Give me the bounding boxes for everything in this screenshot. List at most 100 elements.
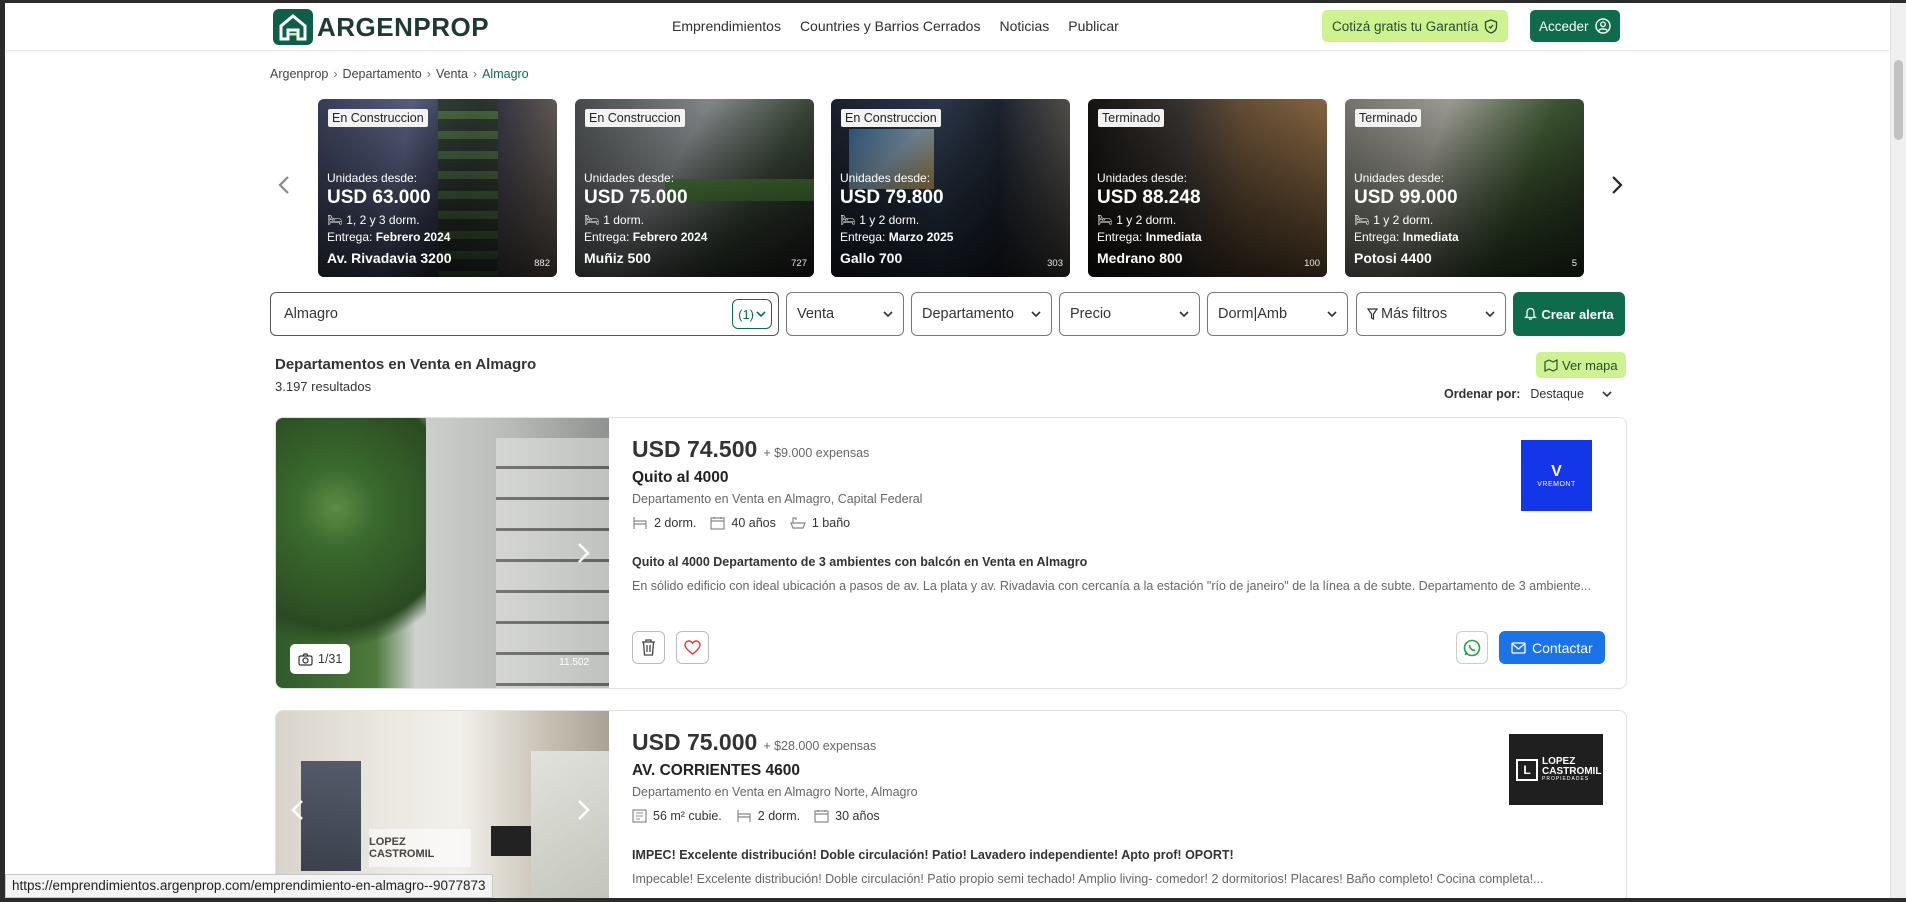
top-header: ARGENPROP Emprendimientos Countries y Ba… xyxy=(5,3,1890,51)
rooms-value: Dorm|Amb xyxy=(1218,306,1288,322)
carousel-card-4[interactable]: Terminado Unidades desde: USD 88.248 🛏 1 … xyxy=(1088,99,1327,277)
units-from-label: Unidades desde: xyxy=(584,171,675,185)
photo-next-icon[interactable] xyxy=(569,796,597,824)
listing-card[interactable]: 1/31 11.502 USD 74.500 + $9.000 expensas… xyxy=(275,417,1627,689)
nav-publicar[interactable]: Publicar xyxy=(1068,18,1119,34)
listing-price: USD 75.000 xyxy=(632,729,758,755)
scrollbar-thumb[interactable] xyxy=(1894,60,1903,140)
bathtub-icon xyxy=(789,517,806,529)
price-line: USD 75.000 + $28.000 expensas xyxy=(632,729,1606,756)
page-scrollbar[interactable] xyxy=(1890,0,1906,902)
discard-button[interactable] xyxy=(632,631,665,664)
nav-noticias[interactable]: Noticias xyxy=(999,18,1049,34)
property-type-select[interactable]: Departamento xyxy=(911,292,1052,336)
promo-dorms: 🛏 1 y 2 dorm. xyxy=(1354,213,1433,227)
chevron-down-icon xyxy=(1031,310,1041,317)
whatsapp-button[interactable] xyxy=(1456,631,1488,664)
bell-icon xyxy=(1524,307,1538,320)
status-bar-url: https://emprendimientos.argenprop.com/em… xyxy=(5,874,493,898)
promo-delivery: Entrega: Inmediata xyxy=(1097,230,1202,244)
chevron-right-icon xyxy=(1612,176,1623,194)
feature-area: 56 m² cubie. xyxy=(632,809,722,823)
favorite-button[interactable] xyxy=(676,631,709,664)
carousel-card-1[interactable]: En Construccion Unidades desde: USD 63.0… xyxy=(318,99,557,277)
bed-icon: 🛏 xyxy=(584,213,600,227)
photo-prev-icon[interactable] xyxy=(284,796,312,824)
contact-label: Contactar xyxy=(1532,639,1593,656)
mail-icon xyxy=(1511,641,1526,654)
user-icon xyxy=(1594,18,1611,34)
listing-type: Departamento en Venta en Almagro Norte, … xyxy=(632,785,918,799)
results-title: Departamentos en Venta en Almagro xyxy=(275,356,537,373)
view-map-label: Ver mapa xyxy=(1562,357,1618,373)
promo-number: 303 xyxy=(1047,258,1063,269)
units-from-label: Unidades desde: xyxy=(1354,171,1445,185)
create-alert-label: Crear alerta xyxy=(1541,306,1614,322)
create-alert-button[interactable]: Crear alerta xyxy=(1513,292,1625,336)
carousel-card-2[interactable]: En Construccion Unidades desde: USD 75.0… xyxy=(575,99,814,277)
main-nav: Emprendimientos Countries y Barrios Cerr… xyxy=(672,18,1119,34)
chevron-down-icon xyxy=(883,310,893,317)
listing-description-title: IMPEC! Excelente distribución! Doble cir… xyxy=(632,848,1234,862)
operation-value: Venta xyxy=(797,306,835,322)
location-search-input[interactable]: Almagro (1) xyxy=(270,292,779,336)
units-from-label: Unidades desde: xyxy=(840,171,931,185)
carousel-card-5[interactable]: Terminado Unidades desde: USD 99.000 🛏 1 … xyxy=(1345,99,1584,277)
login-button[interactable]: Acceder xyxy=(1530,10,1620,42)
operation-select[interactable]: Venta xyxy=(786,292,904,336)
chevron-down-icon xyxy=(756,310,766,317)
listing-features: 56 m² cubie. 2 dorm. 30 años xyxy=(632,809,1606,823)
listing-street[interactable]: Quito al 4000 xyxy=(632,469,1606,487)
chevron-down-icon xyxy=(1179,310,1189,317)
shield-icon xyxy=(1485,18,1498,34)
carousel-card-3[interactable]: En Construccion Unidades desde: USD 79.8… xyxy=(831,99,1070,277)
delivery-label: Entrega: xyxy=(584,230,630,244)
agency-name: VREMONT xyxy=(1537,481,1576,488)
promo-delivery: Entrega: Febrero 2024 xyxy=(584,230,707,244)
area-icon xyxy=(632,809,647,823)
agency-logo[interactable]: V VREMONT xyxy=(1521,440,1592,511)
contact-button[interactable]: Contactar xyxy=(1499,631,1605,664)
sort-control: Ordenar por: Destaque xyxy=(1444,387,1612,401)
agency-name: LOPEZ CASTROMIL xyxy=(1542,756,1602,777)
photo-watermark-text: LOPEZ CASTROMIL xyxy=(369,836,435,860)
breadcrumb-venta[interactable]: Venta xyxy=(436,67,468,81)
delivery-label: Entrega: xyxy=(1354,230,1400,244)
carousel-next-button[interactable] xyxy=(1604,172,1630,198)
units-from-label: Unidades desde: xyxy=(327,171,418,185)
promo-price: USD 99.000 xyxy=(1354,187,1458,208)
location-count-dropdown[interactable]: (1) xyxy=(732,299,772,329)
bed-icon: 🛏 xyxy=(1354,213,1370,227)
photo-watermark: LOPEZ CASTROMIL xyxy=(369,829,471,867)
price-select[interactable]: Precio xyxy=(1059,292,1200,336)
view-map-button[interactable]: Ver mapa xyxy=(1536,352,1626,378)
agency-sub: PROPIEDADES xyxy=(1542,776,1590,782)
heart-icon xyxy=(684,640,701,655)
chevron-down-icon xyxy=(1485,310,1495,317)
listing-photo[interactable]: 1/31 11.502 xyxy=(276,418,609,688)
dorms-text: 1 dorm. xyxy=(603,213,644,227)
promo-address: Av. Rivadavia 3200 xyxy=(327,250,452,266)
status-tag: En Construccion xyxy=(328,109,428,127)
nav-countries[interactable]: Countries y Barrios Cerrados xyxy=(800,18,981,34)
carousel-prev-button[interactable] xyxy=(271,172,297,198)
breadcrumb-departamento[interactable]: Departamento xyxy=(343,67,422,81)
photo-next-icon[interactable] xyxy=(569,539,597,567)
feature-bathrooms-text: 1 baño xyxy=(811,516,851,530)
nav-emprendimientos[interactable]: Emprendimientos xyxy=(672,18,781,34)
breadcrumb-almagro[interactable]: Almagro xyxy=(482,67,529,81)
logo-house-icon xyxy=(273,9,313,45)
guarantee-button[interactable]: Cotizá gratis tu Garantía xyxy=(1322,10,1509,42)
more-filters-select[interactable]: Más filtros xyxy=(1356,292,1506,336)
listing-street[interactable]: AV. CORRIENTES 4600 xyxy=(632,762,1606,780)
sort-select[interactable]: Destaque xyxy=(1530,387,1612,401)
dorms-text: 1, 2 y 3 dorm. xyxy=(346,213,420,227)
delivery-label: Entrega: xyxy=(840,230,886,244)
argenprop-logo[interactable]: ARGENPROP xyxy=(273,9,489,45)
promo-number: 727 xyxy=(791,258,807,269)
delivery-value: Marzo 2025 xyxy=(888,230,954,244)
agency-logo[interactable]: L LOPEZ CASTROMIL PROPIEDADES xyxy=(1509,734,1603,805)
breadcrumb-argenprop[interactable]: Argenprop xyxy=(270,67,328,81)
rooms-select[interactable]: Dorm|Amb xyxy=(1207,292,1348,336)
search-value: Almagro xyxy=(284,306,338,322)
